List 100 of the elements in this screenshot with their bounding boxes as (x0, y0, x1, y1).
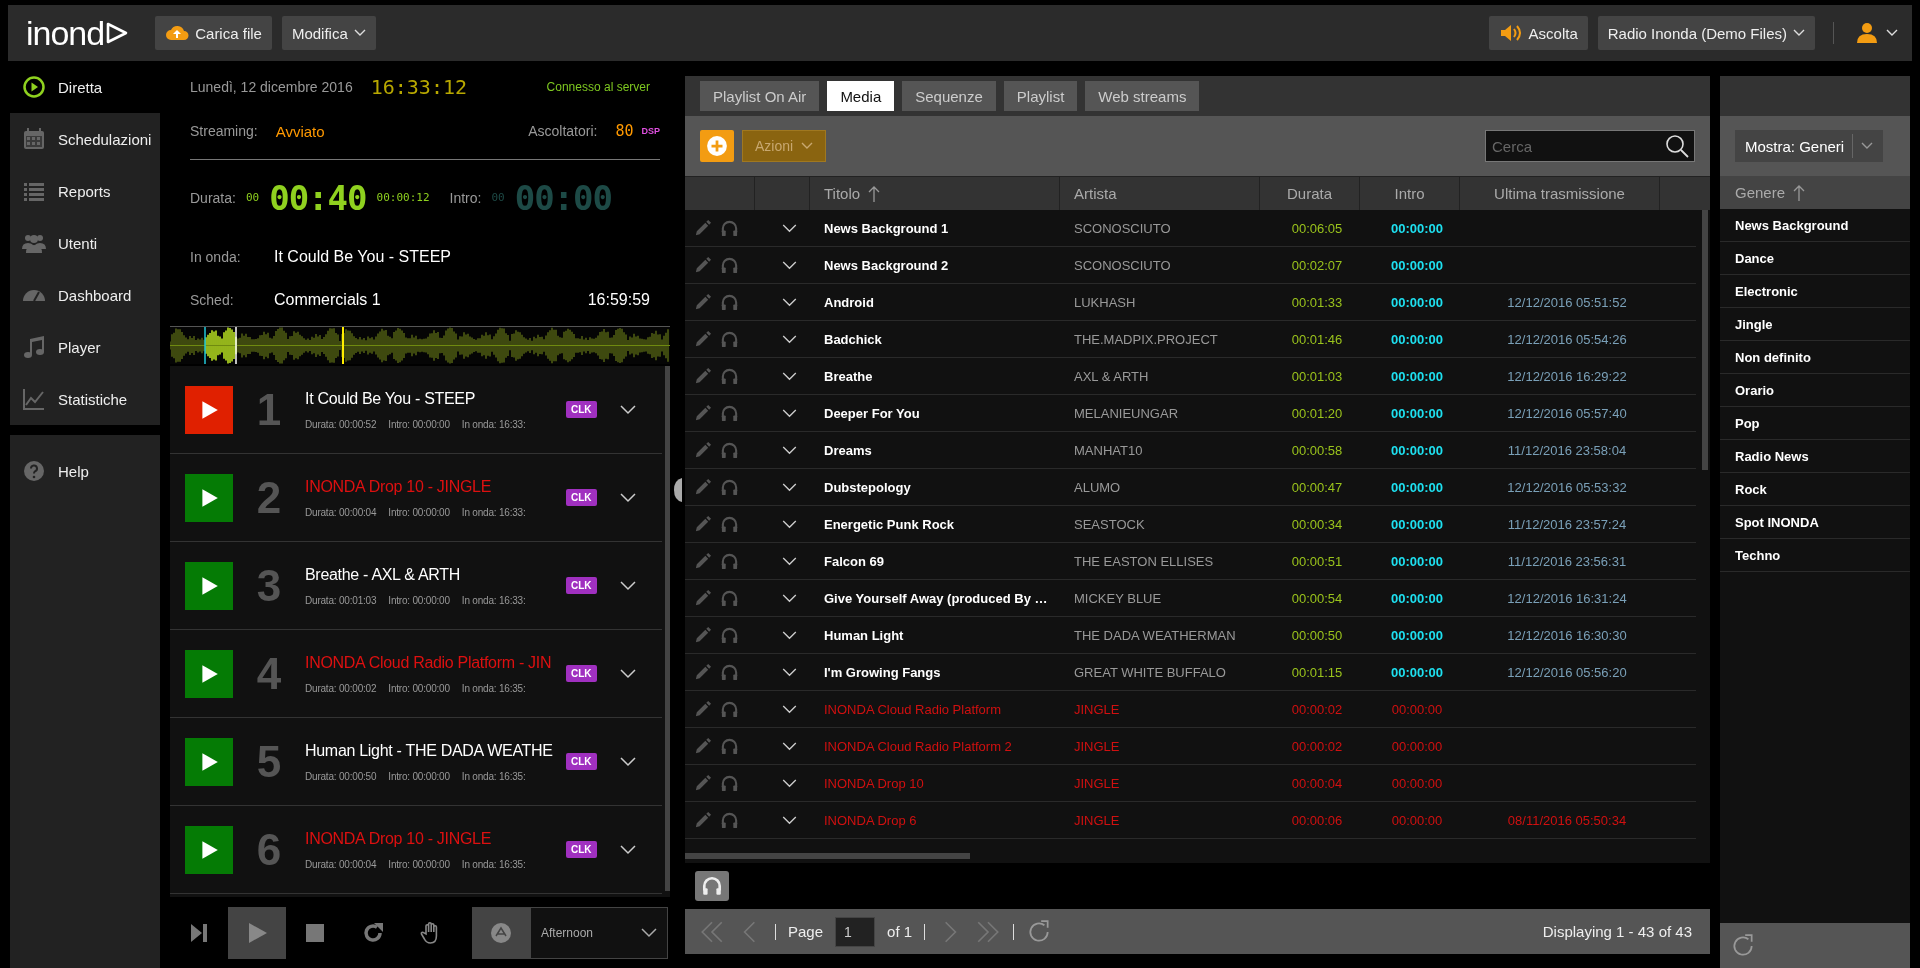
genre-item[interactable]: Rock (1720, 473, 1910, 506)
headphones-icon[interactable] (720, 366, 739, 386)
headphones-icon[interactable] (720, 588, 739, 608)
scrollbar[interactable] (1702, 210, 1708, 470)
headphones-icon[interactable] (720, 662, 739, 682)
play-button[interactable] (185, 561, 233, 610)
headphones-icon[interactable] (720, 255, 739, 275)
play-button[interactable] (185, 649, 233, 698)
genre-item[interactable]: Jingle (1720, 308, 1910, 341)
tab[interactable]: Web streams (1085, 81, 1200, 111)
column-header[interactable]: Durata (1287, 185, 1332, 202)
expand-icon[interactable] (782, 519, 797, 529)
edit-icon[interactable] (693, 662, 712, 682)
headphones-icon[interactable] (720, 773, 739, 793)
genre-item[interactable]: Orario (1720, 374, 1910, 407)
edit-icon[interactable] (693, 440, 712, 460)
edit-icon[interactable] (693, 625, 712, 645)
tab[interactable]: Playlist (1003, 81, 1078, 111)
edit-icon[interactable] (693, 329, 712, 349)
edit-icon[interactable] (693, 699, 712, 719)
edit-icon[interactable] (693, 773, 712, 793)
headphones-icon[interactable] (720, 440, 739, 460)
schedule-menu[interactable]: Afternoon (530, 907, 668, 959)
expand-icon[interactable] (782, 667, 797, 677)
headphones-icon[interactable] (720, 514, 739, 534)
column-header[interactable]: Titolo (824, 185, 861, 202)
genre-item[interactable]: Dance (1720, 242, 1910, 275)
listen-button[interactable]: Ascolta (1488, 16, 1588, 50)
headphones-icon[interactable] (720, 551, 739, 571)
column-header[interactable]: Artista (1074, 185, 1117, 202)
expand-icon[interactable] (619, 668, 636, 679)
nav-item[interactable]: Diretta (10, 61, 160, 113)
edit-icon[interactable] (693, 403, 712, 423)
edit-icon[interactable] (693, 292, 712, 312)
genre-item[interactable]: Radio News (1720, 440, 1910, 473)
play-button[interactable] (185, 385, 233, 434)
edit-icon[interactable] (693, 366, 712, 386)
expand-icon[interactable] (782, 778, 797, 788)
auto-button[interactable] (472, 907, 530, 959)
expand-icon[interactable] (782, 556, 797, 566)
genre-item[interactable]: Spot INONDA (1720, 506, 1910, 539)
scrollbar[interactable] (685, 853, 970, 859)
genre-item[interactable]: Electronic (1720, 275, 1910, 308)
refresh-icon[interactable] (1730, 932, 1756, 959)
headphones-icon[interactable] (720, 329, 739, 349)
search-field[interactable]: Cerca (1485, 130, 1695, 162)
edit-icon[interactable] (693, 255, 712, 275)
expand-icon[interactable] (782, 334, 797, 344)
edit-icon[interactable] (693, 477, 712, 497)
headphones-icon[interactable] (720, 625, 739, 645)
station-menu[interactable]: Radio Inonda (Demo Files) (1597, 16, 1815, 50)
expand-icon[interactable] (619, 580, 636, 591)
headphones-icon[interactable] (720, 292, 739, 312)
add-button[interactable] (700, 130, 734, 162)
expand-icon[interactable] (782, 408, 797, 418)
scrollbar[interactable] (665, 366, 670, 891)
play-button[interactable] (185, 825, 233, 874)
expand-icon[interactable] (782, 482, 797, 492)
page-field[interactable]: 1 (835, 916, 876, 947)
expand-icon[interactable] (619, 844, 636, 855)
expand-icon[interactable] (782, 630, 797, 640)
column-header[interactable]: Intro (1394, 185, 1425, 202)
play-button[interactable] (185, 473, 233, 522)
tab[interactable]: Media (827, 81, 895, 111)
headphones-icon[interactable] (720, 403, 739, 423)
expand-icon[interactable] (782, 297, 797, 307)
genre-item[interactable]: Techno (1720, 539, 1910, 572)
genre-filter-menu[interactable]: Mostra: Generi (1735, 130, 1884, 162)
expand-icon[interactable] (782, 704, 797, 714)
headphones-icon[interactable] (720, 477, 739, 497)
edit-menu[interactable]: Modifica (281, 16, 376, 50)
expand-icon[interactable] (619, 404, 636, 415)
play-button[interactable] (185, 737, 233, 786)
headphones-icon[interactable] (720, 699, 739, 719)
edit-icon[interactable] (693, 551, 712, 571)
genre-item[interactable]: Pop (1720, 407, 1910, 440)
waveform-drawing[interactable] (170, 326, 670, 364)
expand-icon[interactable] (782, 593, 797, 603)
expand-icon[interactable] (782, 815, 797, 825)
search-icon[interactable] (1665, 134, 1689, 158)
expand-icon[interactable] (782, 260, 797, 270)
column-header[interactable]: Ultima trasmissione (1494, 185, 1625, 202)
preview-button[interactable] (695, 871, 729, 901)
headphones-icon[interactable] (720, 736, 739, 756)
edit-icon[interactable] (693, 810, 712, 830)
expand-icon[interactable] (619, 756, 636, 767)
genre-item[interactable]: Non definito (1720, 341, 1910, 374)
expand-icon[interactable] (782, 741, 797, 751)
edit-icon[interactable] (693, 588, 712, 608)
headphones-icon[interactable] (720, 218, 739, 238)
upload-button[interactable]: Carica file (155, 16, 272, 50)
expand-icon[interactable] (782, 223, 797, 233)
expand-icon[interactable] (782, 371, 797, 381)
headphones-icon[interactable] (720, 810, 739, 830)
expand-icon[interactable] (782, 445, 797, 455)
edit-icon[interactable] (693, 218, 712, 238)
column-header[interactable]: Genere (1735, 184, 1786, 201)
edit-icon[interactable] (693, 736, 712, 756)
collapse-handle[interactable] (673, 477, 682, 502)
edit-icon[interactable] (693, 514, 712, 534)
